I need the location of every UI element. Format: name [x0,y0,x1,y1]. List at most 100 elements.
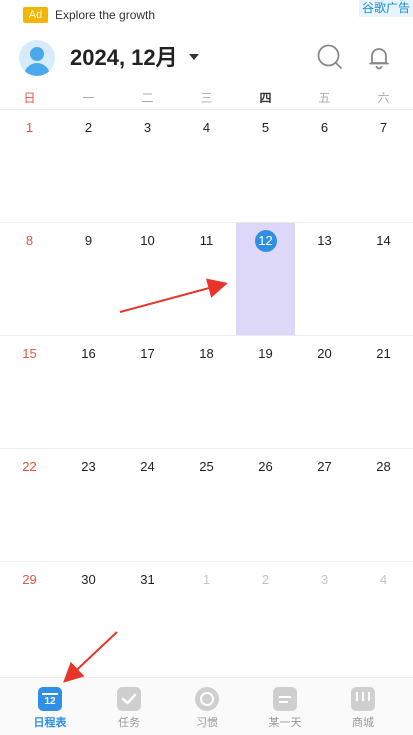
calendar-day-number: 13 [317,233,332,248]
divider [0,222,413,223]
weekday-wed: 三 [200,91,213,105]
calendar-day-number: 14 [376,233,391,248]
nav-store-label: 商城 [352,717,374,729]
calendar-day[interactable]: 2 [59,110,118,223]
calendar-day[interactable]: 6 [295,110,354,223]
calendar-day-number: 1 [202,572,211,587]
calendar-day[interactable]: 25 [177,449,236,562]
calendar-day[interactable]: 19 [236,336,295,449]
divider [0,448,413,449]
calendar-icon: 12 [38,687,62,711]
calendar-day[interactable]: 30 [59,562,118,675]
chevron-down-icon[interactable] [189,54,199,60]
avatar-head [30,47,44,61]
calendar-day[interactable]: 11 [177,223,236,336]
calendar-day-number: 23 [81,459,96,474]
calendar-day-number: 9 [84,233,93,248]
divider [0,561,413,562]
calendar-day-number: 2 [261,572,270,587]
ad-label: 谷歌广告 [359,0,413,17]
avatar-body [24,63,50,76]
calendar-day-number: 20 [317,346,332,361]
ad-banner[interactable]: Ad Explore the growth 谷歌广告 [0,0,413,30]
calendar-day[interactable]: 2 [236,562,295,675]
calendar-day[interactable]: 22 [0,449,59,562]
calendar-day[interactable]: 9 [59,223,118,336]
calendar-day[interactable]: 28 [354,449,413,562]
calendar-day[interactable]: 18 [177,336,236,449]
calendar-day-number: 25 [199,459,214,474]
calendar-day-number: 16 [81,346,96,361]
calendar-day-number: 29 [22,572,37,587]
weekday-sat: 六 [377,91,390,105]
nav-schedule-label: 日程表 [33,717,67,729]
calendar-day[interactable]: 24 [118,449,177,562]
nav-habits-label: 习惯 [196,717,218,729]
calendar-day[interactable]: 10 [118,223,177,336]
month-title[interactable]: 2024, 12月 [70,44,178,72]
calendar-day[interactable]: 23 [59,449,118,562]
calendar-day[interactable]: 3 [295,562,354,675]
calendar-day-number: 4 [379,572,388,587]
calendar-day-number: 30 [81,572,96,587]
calendar-day-number: 22 [22,459,37,474]
calendar-day[interactable]: 1 [177,562,236,675]
avatar[interactable] [19,40,55,76]
calendar-day[interactable]: 26 [236,449,295,562]
clipboard-icon [273,687,297,711]
calendar-day[interactable]: 8 [0,223,59,336]
nav-habits[interactable]: 习惯 [166,678,248,735]
weekday-tue: 二 [141,91,154,105]
calendar-day[interactable]: 14 [354,223,413,336]
search-icon[interactable] [316,43,344,71]
calendar-day-number: 11 [199,233,214,248]
calendar-day[interactable]: 4 [177,110,236,223]
calendar-day[interactable]: 1 [0,110,59,223]
calendar-day[interactable]: 4 [354,562,413,675]
calendar-day[interactable]: 13 [295,223,354,336]
ad-text[interactable]: Explore the growth [55,7,155,23]
nav-schedule[interactable]: 12 日程表 [9,678,91,735]
habit-icon [195,687,219,711]
calendar-date-badge: 12 [44,696,56,707]
calendar-day-number: 18 [199,346,214,361]
calendar-day-number: 10 [140,233,155,248]
bell-icon[interactable] [365,43,393,71]
calendar-day-number: 6 [320,120,329,135]
nav-someday-label: 某一天 [268,717,302,729]
calendar-day[interactable]: 7 [354,110,413,223]
calendar-day-number: 15 [22,346,37,361]
calendar-day-number: 12 [254,230,277,252]
task-check-icon [117,687,141,711]
calendar-day[interactable]: 20 [295,336,354,449]
calendar-day-number: 4 [202,120,211,135]
weekday-sun: 日 [23,91,36,105]
calendar-day-number: 26 [258,459,273,474]
ad-badge: Ad [23,7,48,23]
calendar-day[interactable]: 29 [0,562,59,675]
weekday-thu: 四 [259,91,272,105]
nav-store[interactable]: 商城 [322,678,404,735]
calendar-day[interactable]: 16 [59,336,118,449]
calendar-day[interactable]: 12 [236,223,295,336]
calendar-day-number: 27 [317,459,332,474]
calendar-day[interactable]: 21 [354,336,413,449]
weekday-mon: 一 [82,91,95,105]
calendar-day-number: 3 [143,120,152,135]
calendar-day-number: 28 [376,459,391,474]
divider [0,335,413,336]
calendar-day-number: 17 [140,346,155,361]
calendar-day[interactable]: 17 [118,336,177,449]
calendar-day[interactable]: 5 [236,110,295,223]
nav-tasks[interactable]: 任务 [88,678,170,735]
calendar-day-number: 24 [140,459,155,474]
calendar-day-number: 8 [25,233,34,248]
calendar-day[interactable]: 15 [0,336,59,449]
calendar-day[interactable]: 27 [295,449,354,562]
calendar-day[interactable]: 31 [118,562,177,675]
nav-someday[interactable]: 某一天 [244,678,326,735]
calendar-day-number: 31 [140,572,155,587]
calendar-day-number: 3 [320,572,329,587]
calendar-day[interactable]: 3 [118,110,177,223]
calendar-day-number: 21 [376,346,391,361]
